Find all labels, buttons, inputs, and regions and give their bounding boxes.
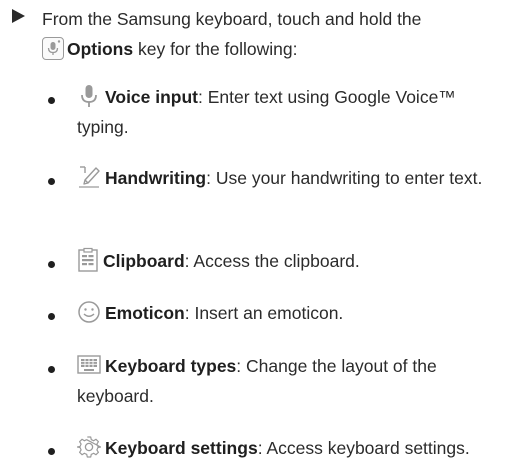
bullet-text: Voice input: Enter text using Google Voi… bbox=[77, 82, 507, 142]
step-arrow-icon bbox=[12, 9, 25, 23]
options-key-icon bbox=[42, 36, 64, 60]
bullet-dot bbox=[48, 448, 55, 455]
instruction-page: From the Samsung keyboard, touch and hol… bbox=[0, 0, 517, 458]
keyboard-icon bbox=[77, 354, 101, 376]
bullet-text: Keyboard settings: Access keyboard setti… bbox=[77, 433, 507, 463]
bullet-dot bbox=[48, 261, 55, 268]
bullet-dot bbox=[48, 366, 55, 373]
emoticon-smiley-icon bbox=[77, 300, 101, 324]
bullet-text: Handwriting: Use your handwriting to ent… bbox=[77, 163, 507, 193]
step-prefix: From the Samsung keyboard, touch and hol… bbox=[42, 9, 422, 29]
clipboard-icon bbox=[77, 247, 99, 273]
step-suffix: key for the following: bbox=[133, 39, 298, 59]
bullet-desc: : Access keyboard settings. bbox=[257, 438, 470, 458]
bullet-desc: : Insert an emoticon. bbox=[184, 303, 344, 323]
bullet-text: Emoticon: Insert an emoticon. bbox=[77, 298, 507, 328]
bullet-dot bbox=[48, 178, 55, 185]
step-text: From the Samsung keyboard, touch and hol… bbox=[42, 4, 502, 64]
bullet-text: Clipboard: Access the clipboard. bbox=[77, 246, 507, 276]
bullet-label: Clipboard bbox=[103, 251, 185, 271]
bullet-desc: : Use your handwriting to enter text. bbox=[206, 168, 483, 188]
bullet-label: Keyboard types bbox=[105, 356, 237, 376]
bullet-dot bbox=[48, 97, 55, 104]
bullet-label: Handwriting bbox=[105, 168, 207, 188]
bullet-label: Voice input bbox=[105, 87, 199, 107]
bullet-desc: : Access the clipboard. bbox=[184, 251, 360, 271]
bullet-label: Keyboard settings bbox=[105, 438, 258, 458]
microphone-icon bbox=[77, 83, 101, 109]
bullet-label: Emoticon bbox=[105, 303, 185, 323]
handwriting-pen-icon bbox=[77, 164, 101, 190]
bullet-dot bbox=[48, 313, 55, 320]
options-key-label: Options bbox=[67, 39, 134, 59]
bullet-text: Keyboard types: Change the layout of the… bbox=[77, 351, 507, 411]
gear-icon bbox=[77, 435, 101, 459]
